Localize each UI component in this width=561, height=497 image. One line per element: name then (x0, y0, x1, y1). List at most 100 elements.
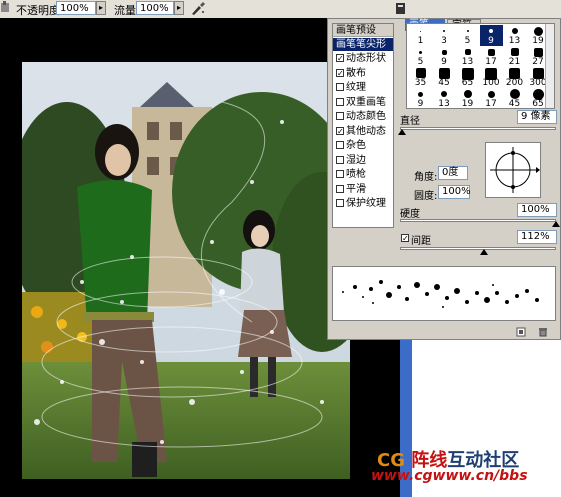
hardness-slider[interactable] (400, 219, 556, 222)
brush-tip-cell[interactable]: 13 (433, 88, 456, 109)
brush-setting-item[interactable]: 湿边 (333, 154, 393, 167)
brush-setting-checkbox[interactable] (336, 83, 344, 91)
opacity-field[interactable]: 100% (56, 1, 96, 15)
brush-tip-size: 65 (461, 78, 474, 88)
brush-presets-item[interactable]: 画笔预设 (333, 24, 393, 37)
diameter-slider-knob[interactable] (398, 129, 406, 135)
brush-tip-shape (489, 29, 493, 33)
brush-setting-checkbox[interactable] (336, 97, 344, 106)
brush-setting-label: 纹理 (346, 82, 366, 93)
brush-tip-shape (533, 26, 543, 36)
brush-tip-size: 19 (461, 99, 474, 109)
brush-tip-shape (533, 47, 543, 57)
brush-setting-item[interactable]: 保护纹理 (333, 197, 393, 210)
brush-tip-cell[interactable]: 19 (456, 88, 479, 109)
document-photo[interactable] (22, 62, 350, 479)
brush-tip-shape (466, 30, 469, 32)
brush-setting-checkbox[interactable] (336, 112, 344, 120)
roundness-field[interactable]: 100% (438, 185, 471, 199)
brush-setting-item[interactable]: 双重画笔 (333, 96, 393, 109)
angle-roundness-dial[interactable] (485, 142, 541, 198)
brush-tip-shape (487, 48, 495, 56)
brush-tip-cell[interactable]: 9 (433, 46, 456, 67)
brush-setting-item[interactable]: ✓ 其他动态 (333, 125, 393, 138)
angle-label: 角度: (414, 172, 438, 183)
brush-tip-cell[interactable]: 200 (503, 67, 526, 88)
brush-tip-shape (463, 90, 472, 98)
brush-tip-size: 17 (485, 57, 497, 67)
brush-tip-shape-item[interactable]: 画笔笔尖形状 (333, 38, 393, 63)
brush-tip-cell[interactable]: 13 (456, 46, 479, 67)
brush-setting-item[interactable]: 纹理 (333, 81, 393, 94)
brush-tip-cell[interactable]: 21 (503, 46, 526, 67)
brush-setting-checkbox[interactable]: ✓ (336, 126, 344, 135)
brush-tip-cell[interactable]: 5 (456, 25, 479, 46)
brush-setting-label: 保护纹理 (346, 198, 386, 209)
brush-stroke-preview (332, 266, 556, 321)
diameter-label: 直径 (400, 116, 420, 127)
angle-field[interactable]: 0度 (438, 166, 468, 180)
brush-tip-cell[interactable]: 65 (456, 67, 479, 88)
diameter-field[interactable]: 9 像素 (517, 110, 557, 124)
brush-setting-label: 动态颜色 (346, 111, 386, 122)
brush-tip-size: 35 (414, 78, 427, 88)
brush-tip-cell[interactable]: 35 (409, 67, 432, 88)
brush-tip-cell[interactable]: 100 (480, 67, 503, 88)
brush-setting-checkbox[interactable] (336, 184, 344, 193)
brush-setting-checkbox[interactable] (336, 155, 344, 164)
brush-setting-checkbox[interactable] (336, 199, 344, 207)
panel-footer (516, 327, 548, 340)
brushes-panel: 画笔 字符 画笔预设 画笔笔尖形状 ✓动态形状✓散布纹理双重画笔动态颜色✓其他动… (327, 18, 561, 340)
brush-tip-cell[interactable]: 17 (480, 46, 503, 67)
spacing-slider-knob[interactable] (480, 249, 488, 255)
brush-setting-item[interactable]: 平滑 (333, 183, 393, 196)
hardness-field[interactable]: 100% (517, 203, 557, 217)
spacing-checkbox[interactable]: ✓ (401, 234, 409, 243)
brush-setting-item[interactable]: ✓ 动态形状 (333, 52, 393, 65)
brush-tip-cell[interactable]: 13 (503, 25, 526, 46)
hardness-slider-knob[interactable] (552, 221, 560, 227)
brush-setting-checkbox[interactable]: ✓ (336, 54, 344, 63)
brush-tip-shape (441, 91, 447, 97)
brush-setting-label: 其他动态 (346, 125, 386, 137)
new-brush-icon[interactable] (516, 327, 526, 337)
brush-setting-item[interactable]: 喷枪 (333, 168, 393, 181)
brush-tip-cell[interactable]: 1 (409, 25, 432, 46)
brush-setting-label: 散布 (346, 67, 366, 79)
brush-tip-cell[interactable]: 45 (433, 67, 456, 88)
brush-setting-label: 平滑 (346, 183, 366, 195)
brush-tip-cell[interactable]: 5 (409, 46, 432, 67)
brush-tip-cell[interactable]: 3 (433, 25, 456, 46)
airbrush-icon[interactable] (190, 1, 206, 16)
options-bar: 不透明度: 100% ▸ 流量: 100% ▸ (0, 0, 561, 19)
flow-field[interactable]: 100% (136, 1, 174, 15)
brush-setting-item[interactable]: 动态颜色 (333, 110, 393, 123)
brush-setting-checkbox[interactable]: ✓ (336, 68, 344, 77)
brush-tip-cell[interactable]: 9 (479, 25, 503, 46)
brush-setting-label: 双重画笔 (346, 96, 386, 108)
brush-tip-size: 45 (508, 99, 521, 109)
brush-tip-cell[interactable]: 17 (480, 88, 503, 109)
palette-well-icon[interactable] (395, 2, 407, 15)
brush-tip-size: 5 (417, 57, 424, 67)
tool-preset-icon[interactable] (0, 0, 11, 14)
brush-tip-size: 9 (441, 57, 447, 67)
brush-tip-size: 9 (417, 99, 424, 109)
spacing-field[interactable]: 112% (517, 230, 557, 244)
brush-tip-shape (443, 30, 445, 32)
spacing-slider[interactable] (400, 247, 556, 250)
brush-tip-cell[interactable]: 45 (503, 88, 526, 109)
brush-setting-checkbox[interactable] (336, 141, 344, 149)
brush-setting-item[interactable]: ✓ 散布 (333, 67, 393, 80)
brush-tip-cell[interactable]: 9 (409, 88, 432, 109)
opacity-arrow-icon[interactable]: ▸ (96, 1, 106, 15)
watermark-url: www.cgwww.cn/bbs (371, 468, 528, 484)
diameter-slider[interactable] (400, 127, 556, 130)
brush-tip-shape (419, 50, 422, 54)
brush-setting-item[interactable]: 杂色 (333, 139, 393, 152)
brush-setting-checkbox[interactable] (336, 170, 344, 178)
brush-grid-scrollbar[interactable] (545, 24, 554, 108)
hardness-label: 硬度 (400, 209, 420, 220)
flow-arrow-icon[interactable]: ▸ (174, 1, 184, 15)
trash-icon[interactable] (538, 327, 548, 337)
